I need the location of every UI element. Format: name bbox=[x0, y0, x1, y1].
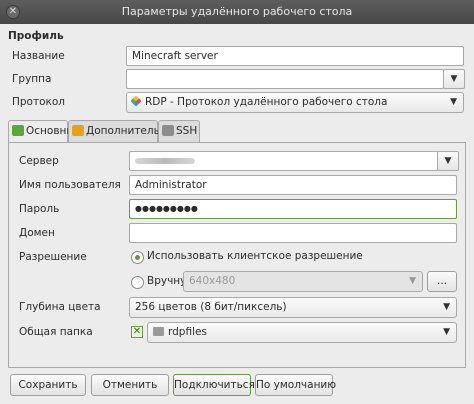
server-label: Сервер bbox=[19, 155, 59, 167]
username-input[interactable]: Administrator bbox=[129, 175, 457, 195]
tab-ssh[interactable]: SSH bbox=[158, 120, 200, 142]
password-input[interactable]: ●●●●●●●●● bbox=[129, 199, 457, 219]
resolution-more-button[interactable]: ... bbox=[427, 271, 457, 292]
save-button[interactable]: Сохранить bbox=[10, 374, 86, 396]
color-depth-select[interactable]: 256 цветов (8 бит/пиксель) ▼ bbox=[129, 297, 457, 318]
chevron-down-icon: ▼ bbox=[444, 156, 452, 166]
resolution-client-label[interactable]: Использовать клиентское разрешение bbox=[147, 250, 363, 262]
resolution-manual-value: 640x480 bbox=[189, 275, 236, 287]
rdp-protocol-icon bbox=[130, 95, 142, 107]
advanced-tab-icon bbox=[72, 125, 84, 136]
domain-input[interactable] bbox=[129, 223, 457, 243]
shared-folder-label: Общая папка bbox=[19, 326, 93, 338]
cancel-button[interactable]: Отменить bbox=[91, 374, 169, 396]
shared-folder-select[interactable]: rdpfiles ▼ bbox=[147, 322, 457, 343]
domain-label: Домен bbox=[19, 227, 55, 239]
color-depth-label: Глубина цвета bbox=[19, 301, 101, 313]
resolution-label: Разрешение bbox=[19, 251, 87, 263]
redacted-server-address bbox=[135, 158, 195, 164]
group-label: Группа bbox=[12, 73, 52, 85]
resolution-client-radio[interactable] bbox=[131, 251, 144, 264]
name-label: Название bbox=[12, 50, 65, 62]
terminal-icon bbox=[162, 125, 174, 136]
window-titlebar: ✕ Параметры удалённого рабочего стола bbox=[0, 0, 474, 24]
username-label: Имя пользователя bbox=[19, 179, 121, 191]
chevron-down-icon: ▼ bbox=[443, 327, 450, 337]
color-depth-value: 256 цветов (8 бит/пиксель) bbox=[135, 301, 287, 313]
shared-folder-value: rdpfiles bbox=[168, 326, 207, 338]
protocol-value: RDP - Протокол удалённого рабочего стола bbox=[145, 96, 388, 108]
folder-icon bbox=[153, 327, 164, 336]
defaults-button[interactable]: По умолчанию bbox=[255, 374, 336, 396]
window-title: Параметры удалённого рабочего стола bbox=[121, 5, 353, 18]
profile-section-title: Профиль bbox=[8, 30, 64, 42]
shared-folder-checkbox[interactable]: ✕ bbox=[131, 326, 143, 338]
password-label: Пароль bbox=[19, 203, 60, 215]
chevron-down-icon: ▼ bbox=[409, 276, 416, 286]
chevron-down-icon: ▼ bbox=[450, 97, 457, 107]
basic-tab-panel: Сервер ▼ Имя пользователя Administrator … bbox=[8, 142, 466, 368]
tab-advanced[interactable]: Дополнительные bbox=[68, 120, 181, 142]
chevron-down-icon: ▼ bbox=[443, 302, 450, 312]
tab-ssh-label: SSH bbox=[176, 125, 198, 137]
server-dropdown-button[interactable]: ▼ bbox=[437, 151, 459, 171]
close-icon[interactable]: ✕ bbox=[6, 5, 20, 19]
server-input[interactable] bbox=[129, 151, 439, 171]
dialog-body: Профиль Название Minecraft server Группа… bbox=[0, 24, 474, 404]
resolution-manual-select[interactable]: 640x480 ▼ bbox=[183, 271, 423, 292]
check-icon: ✕ bbox=[132, 326, 142, 337]
name-input[interactable]: Minecraft server bbox=[126, 46, 464, 66]
resolution-manual-radio[interactable] bbox=[131, 276, 144, 289]
protocol-select[interactable]: RDP - Протокол удалённого рабочего стола… bbox=[126, 92, 464, 113]
chevron-down-icon: ▼ bbox=[450, 74, 458, 84]
protocol-label: Протокол bbox=[12, 96, 66, 108]
group-dropdown-button[interactable]: ▼ bbox=[443, 69, 465, 89]
connect-button[interactable]: Подключиться bbox=[173, 374, 255, 396]
group-input[interactable] bbox=[126, 69, 444, 89]
tab-basic[interactable]: Основные bbox=[8, 120, 81, 143]
basic-tab-icon bbox=[12, 125, 24, 136]
